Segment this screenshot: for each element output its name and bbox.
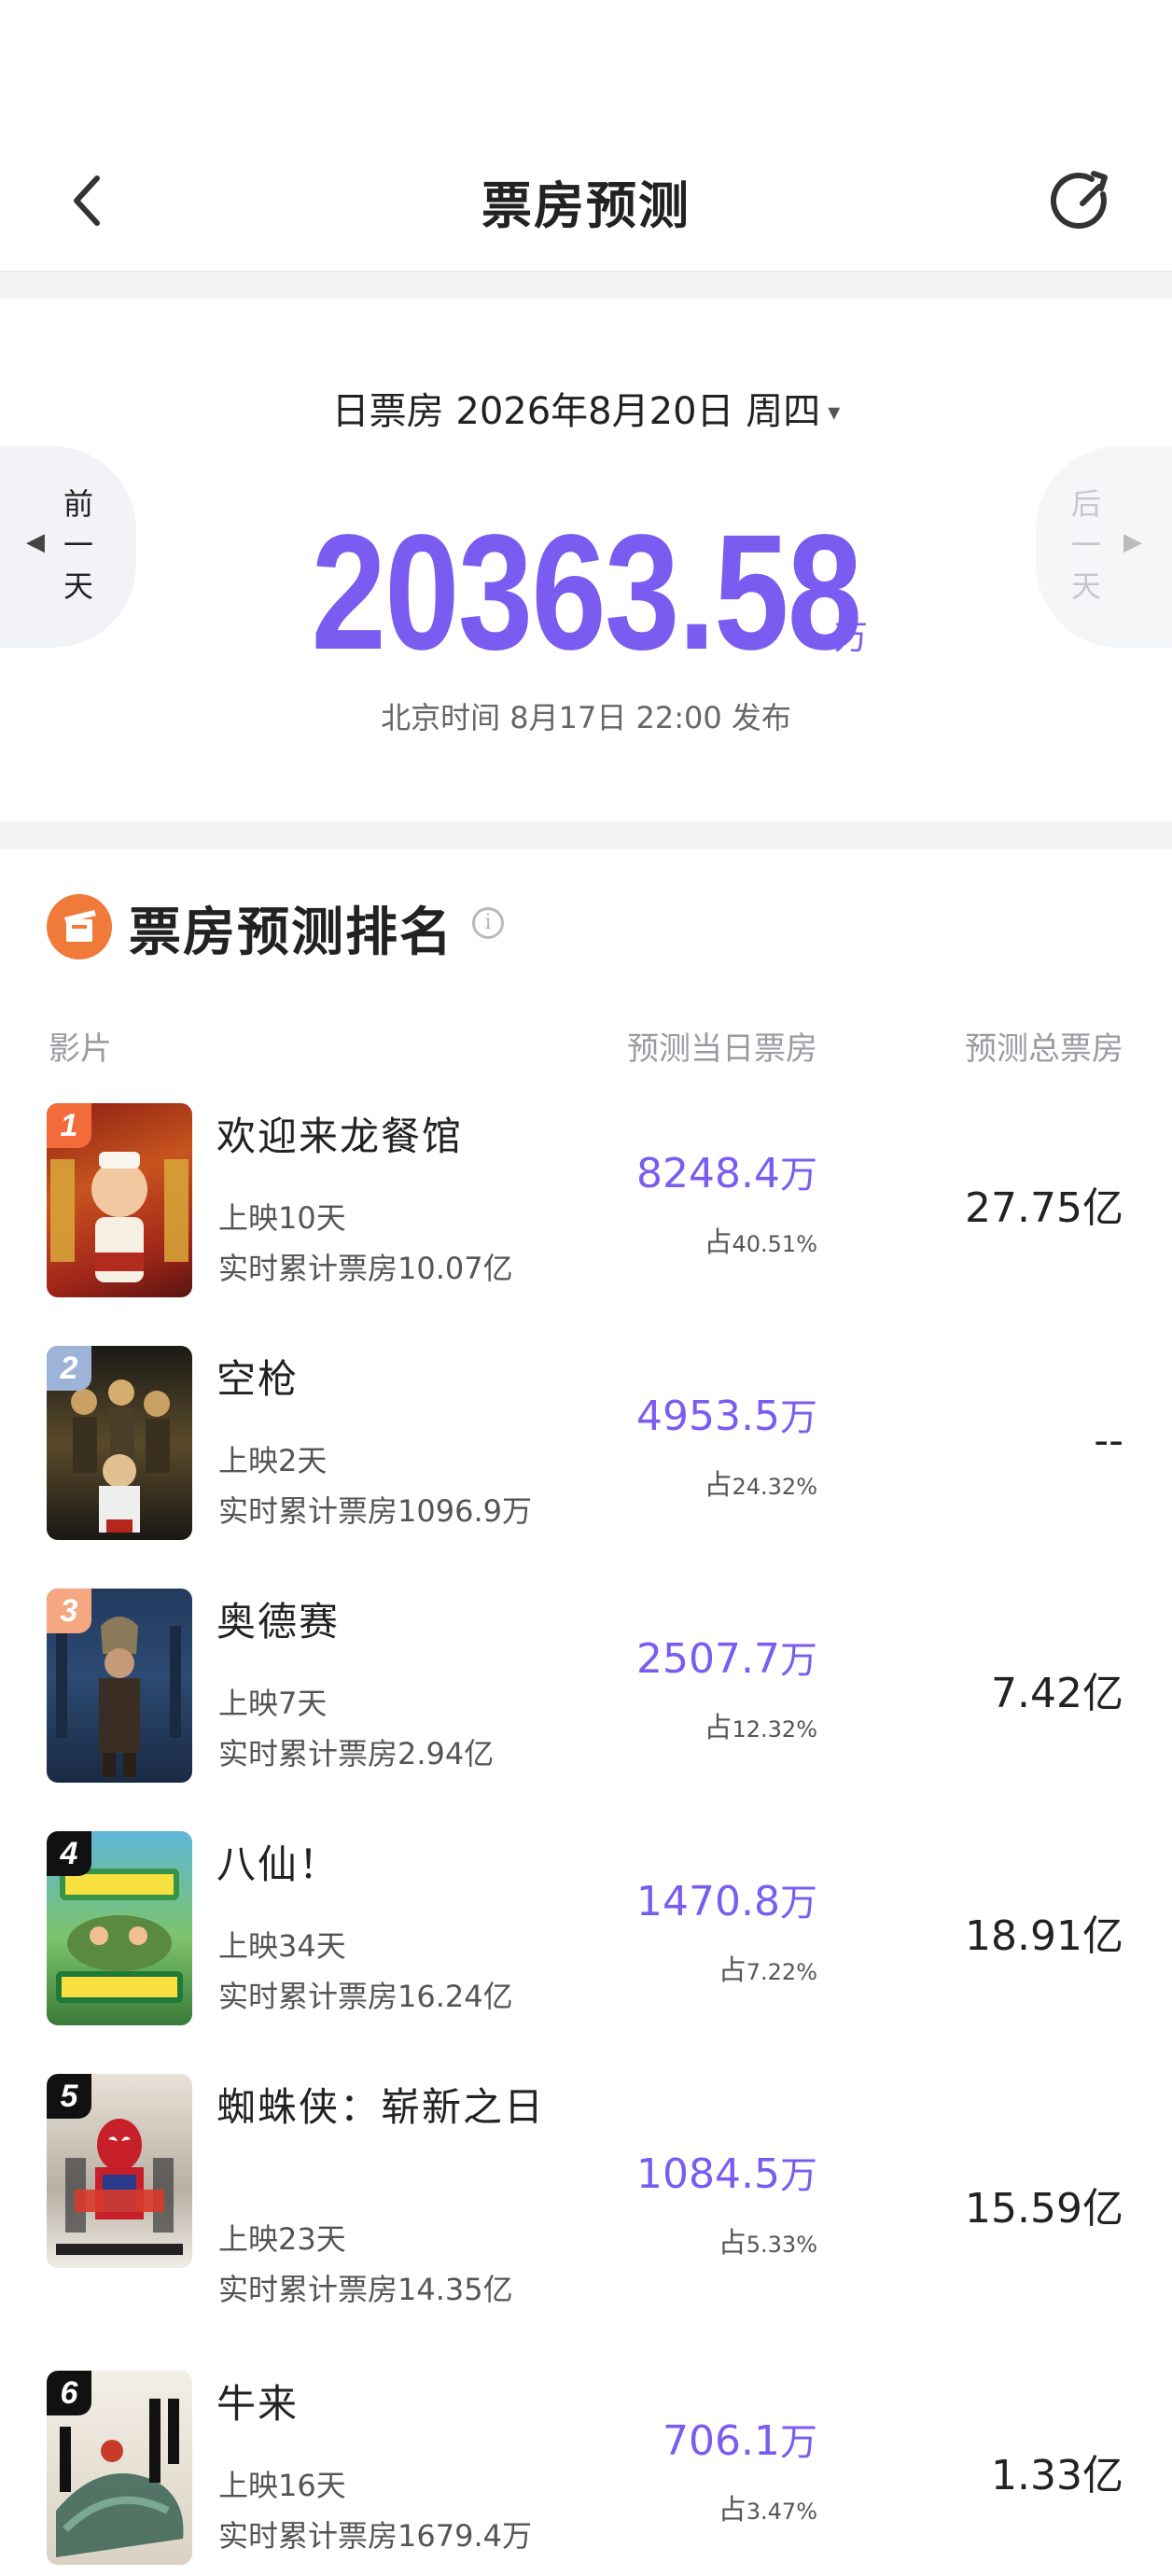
share-percent: 占12.32% <box>704 1712 817 1744</box>
rank-badge: 3 <box>47 1589 91 1633</box>
refresh-button[interactable] <box>1049 168 1118 237</box>
days-released: 上映2天 <box>218 1443 328 1478</box>
share-percent: 占7.22% <box>718 1954 817 1987</box>
film-poster: 1 <box>47 1103 192 1297</box>
rank-badge: 6 <box>47 2371 91 2415</box>
cumulative-gross: 实时累计票房10.07亿 <box>218 1251 513 1286</box>
total-gross: 18.91亿 <box>965 1912 1123 1960</box>
total-gross: 15.59亿 <box>965 2185 1123 2233</box>
cumulative-gross: 实时累计票房14.35亿 <box>218 2272 513 2307</box>
info-icon[interactable]: i <box>472 907 504 939</box>
publish-time: 北京时间 8月17日 22:00 发布 <box>381 700 791 735</box>
refresh-icon <box>1051 171 1108 230</box>
cumulative-gross: 实时累计票房1096.9万 <box>218 1493 532 1529</box>
days-released: 上映16天 <box>218 2468 346 2503</box>
triangle-down-icon: ▾ <box>828 399 841 427</box>
total-gross: -- <box>1094 1417 1123 1464</box>
total-gross: 7.42亿 <box>991 1670 1123 1717</box>
day-gross: 8248.4万 <box>636 1150 817 1197</box>
total-gross: 27.75亿 <box>965 1184 1123 1232</box>
film-row[interactable]: 2 空枪 上映2天 实时累计票房1096.9万 4953.5万 占24.32% … <box>0 1346 1172 1561</box>
rank-badge: 4 <box>47 1831 91 1876</box>
next-day-button[interactable]: 后 一 天 ▶ <box>1036 446 1172 648</box>
share-percent: 占3.47% <box>718 2494 817 2527</box>
film-name: 八仙！ <box>216 1841 341 1887</box>
rank-badge: 2 <box>47 1346 91 1391</box>
column-header-day-gross: 预测当日票房 <box>627 1030 817 1068</box>
column-header-film: 影片 <box>49 1030 112 1068</box>
rank-badge: 1 <box>47 1103 91 1148</box>
top-nav-bar: 票房预测 <box>0 0 1172 273</box>
ranking-title: 票房预测排名 <box>129 903 453 963</box>
page-title: 票房预测 <box>481 176 691 235</box>
days-released: 上映10天 <box>218 1200 346 1236</box>
day-gross: 1084.5万 <box>636 2150 817 2198</box>
film-row[interactable]: 1 欢迎来龙餐馆 上映10天 实时累计票房10.07亿 8248.4万 占40.… <box>0 1103 1172 1318</box>
film-name: 牛来 <box>216 2381 300 2427</box>
share-percent: 占40.51% <box>704 1226 817 1259</box>
day-gross: 2507.7万 <box>636 1635 817 1683</box>
film-row[interactable]: 4 八仙！ 上映34天 实时累计票房16.24亿 1470.8万 占7.22% … <box>0 1831 1172 2046</box>
previous-day-label: 前 一 天 <box>63 486 93 604</box>
days-released: 上映34天 <box>218 1928 346 1964</box>
triangle-left-icon: ◀ <box>26 528 45 556</box>
cumulative-gross: 实时累计票房2.94亿 <box>218 1736 495 1771</box>
film-poster: 6 <box>47 2371 192 2565</box>
film-poster: 2 <box>47 1346 192 1540</box>
share-percent: 占5.33% <box>718 2227 817 2260</box>
day-gross: 706.1万 <box>663 2417 817 2465</box>
film-poster: 4 <box>47 1831 192 2025</box>
film-name: 欢迎来龙餐馆 <box>216 1113 464 1159</box>
date-selector[interactable]: 日票房 2026年8月20日 周四 ▾ <box>0 381 1172 435</box>
next-day-label: 后 一 天 <box>1070 486 1101 604</box>
film-name: 空枪 <box>216 1356 300 1402</box>
film-row[interactable]: 5 蜘蛛侠：崭新之日 上映23天 实时累计票房14.35亿 1084.5万 占5… <box>0 2074 1172 2307</box>
film-name: 蜘蛛侠：崭新之日 <box>216 2084 546 2130</box>
film-poster: 5 <box>47 2074 192 2268</box>
film-ranking-icon <box>47 894 112 959</box>
daily-forecast-amount: 20363.58 <box>311 501 862 684</box>
amount-unit: 万 <box>834 619 869 657</box>
day-gross: 1470.8万 <box>636 1878 817 1925</box>
film-row[interactable]: 6 牛来 上映16天 实时累计票房1679.4万 706.1万 占3.47% 1… <box>0 2371 1172 2576</box>
rank-badge: 5 <box>47 2074 91 2119</box>
day-gross: 4953.5万 <box>636 1393 817 1440</box>
cumulative-gross: 实时累计票房1679.4万 <box>218 2518 532 2554</box>
total-gross: 1.33亿 <box>991 2452 1123 2499</box>
date-label: 日票房 2026年8月20日 周四 <box>331 390 821 433</box>
days-released: 上映7天 <box>218 1686 328 1721</box>
share-percent: 占24.32% <box>704 1469 817 1502</box>
triangle-right-icon: ▶ <box>1123 528 1142 556</box>
film-name: 奥德赛 <box>216 1599 341 1645</box>
daily-forecast-card: 日票房 2026年8月20日 周四 ▾ ◀ 前 一 天 20363.58 万 后 … <box>0 299 1172 821</box>
cumulative-gross: 实时累计票房16.24亿 <box>218 1979 513 2014</box>
column-header-total-gross: 预测总票房 <box>965 1030 1123 1068</box>
days-released: 上映23天 <box>218 2221 346 2257</box>
ranking-card: 票房预测排名 i 影片 预测当日票房 预测总票房 1 欢迎来龙餐馆 上映10天 … <box>0 849 1172 2576</box>
film-row[interactable]: 3 奥德赛 上映7天 实时累计票房2.94亿 2507.7万 占12.32% 7… <box>0 1589 1172 1803</box>
film-poster: 3 <box>47 1589 192 1783</box>
